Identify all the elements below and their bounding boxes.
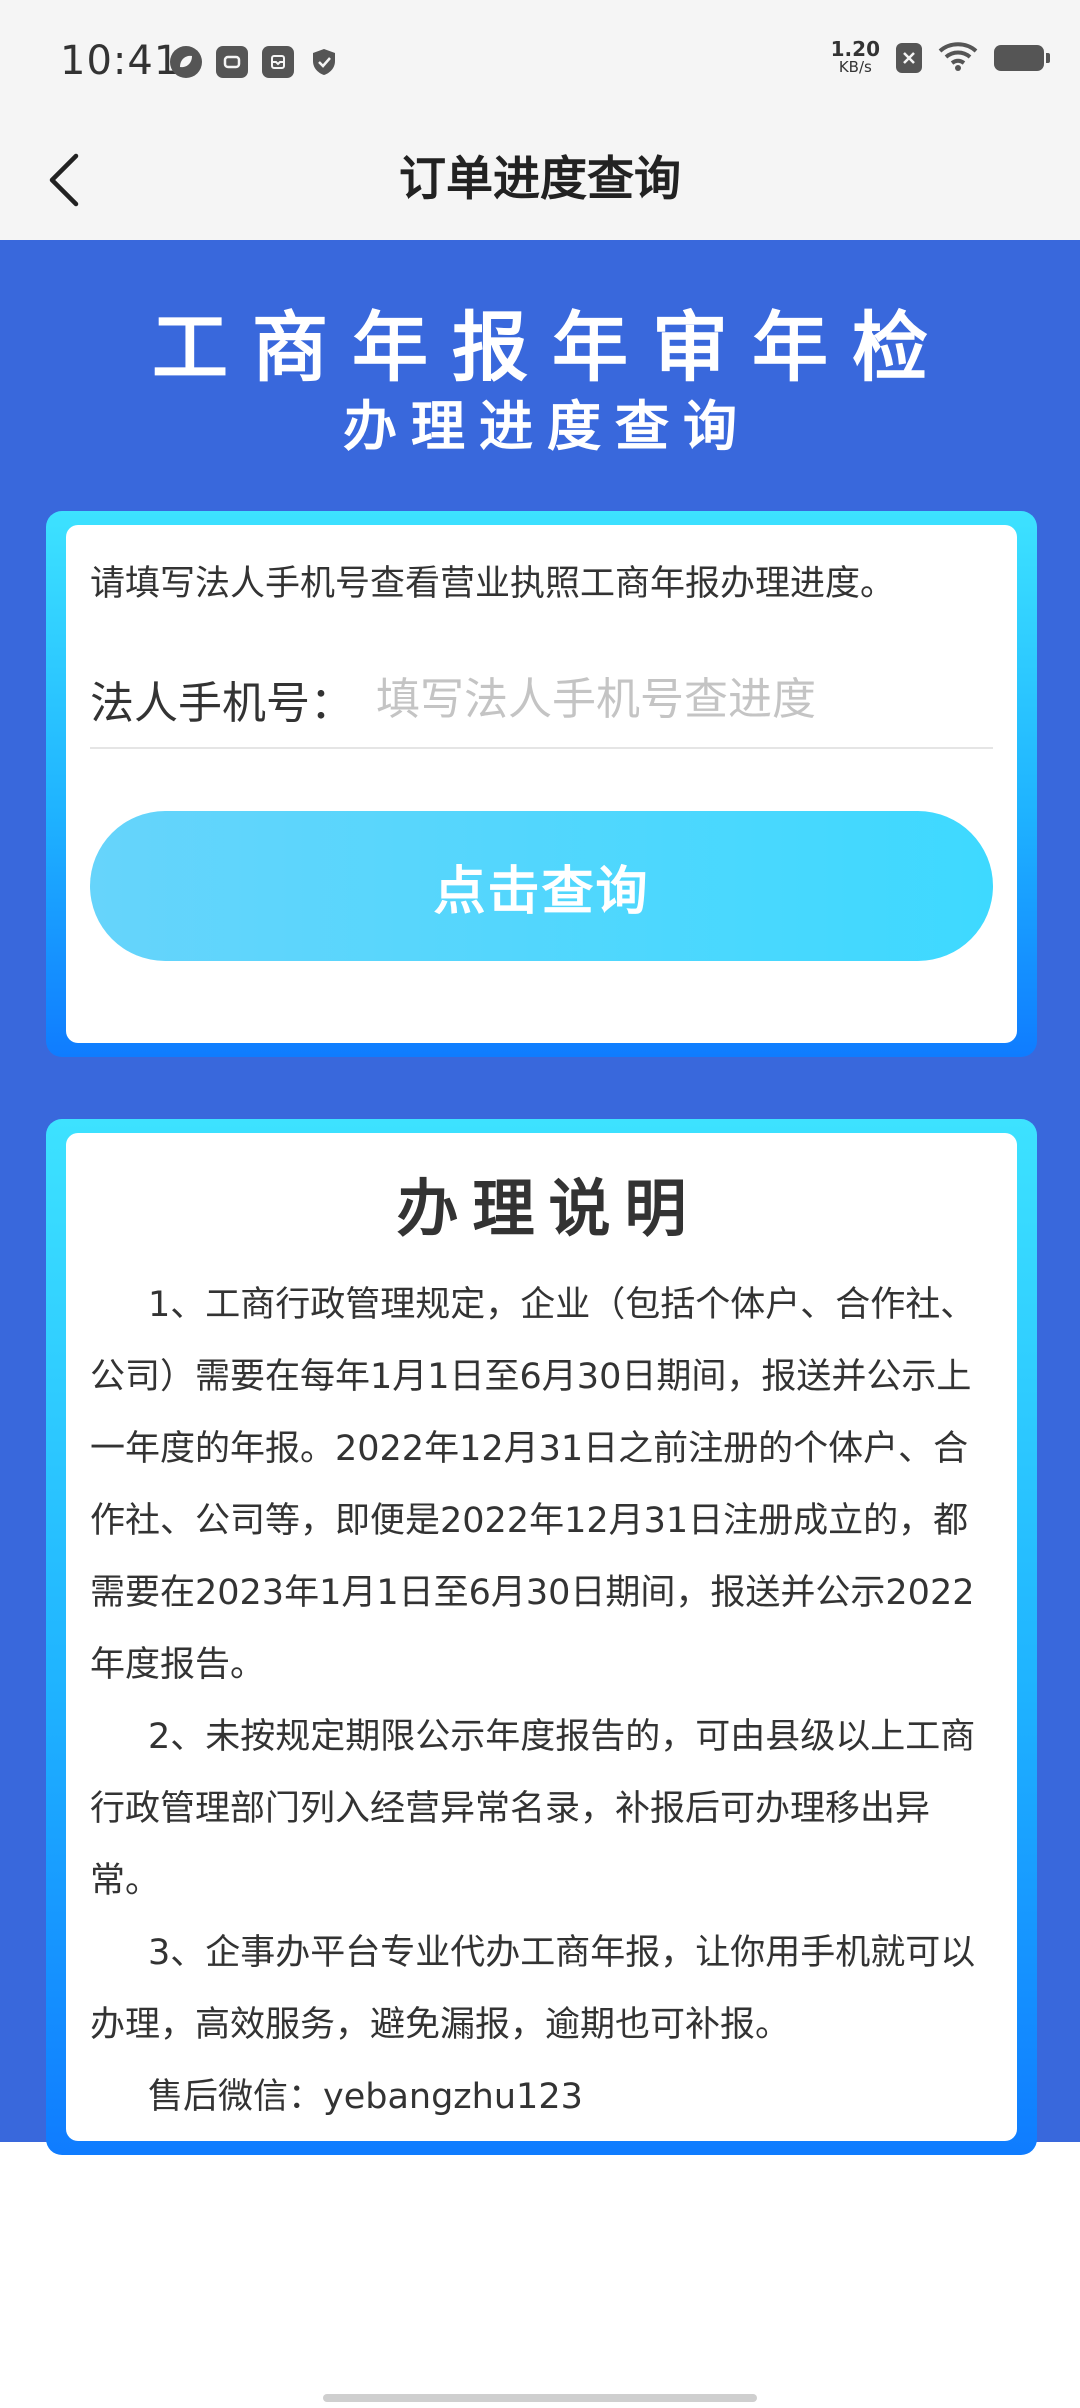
nav-bar: 订单进度查询 bbox=[0, 126, 1080, 240]
shield-icon bbox=[308, 46, 340, 78]
query-card: 请填写法人手机号查看营业执照工商年报办理进度。 法人手机号： 点击查询 bbox=[46, 511, 1037, 1057]
wifi-icon bbox=[938, 41, 978, 75]
page-title: 订单进度查询 bbox=[399, 152, 681, 207]
phone-field-row: 法人手机号： bbox=[90, 651, 993, 749]
page: 10:41 1.20 KB/s 订单进度查询 工商年报年审年检 办理进度查询 请… bbox=[0, 0, 1080, 2408]
close-box-icon bbox=[896, 43, 922, 73]
info-paragraph: 1、工商行政管理规定，企业（包括个体户、合作社、公司）需要在每年1月1日至6月3… bbox=[90, 1285, 976, 1685]
after-sales-wechat: 售后微信：yebangzhu123 bbox=[148, 2077, 583, 2117]
info-card: 办理说明 1、工商行政管理规定，企业（包括个体户、合作社、公司）需要在每年1月1… bbox=[46, 1119, 1037, 2155]
home-indicator[interactable] bbox=[323, 2394, 757, 2402]
leaf-icon bbox=[170, 46, 202, 78]
phone-input[interactable] bbox=[374, 672, 993, 726]
net-speed-unit: KB/s bbox=[838, 58, 872, 76]
query-hint: 请填写法人手机号查看营业执照工商年报办理进度。 bbox=[90, 564, 896, 604]
info-paragraph: 2、未按规定期限公示年度报告的，可由县级以上工商行政管理部门列入经营异常名录，补… bbox=[90, 1717, 976, 1901]
phone-label: 法人手机号： bbox=[90, 678, 354, 729]
info-title: 办理说明 bbox=[396, 1172, 701, 1245]
status-notification-icons bbox=[170, 46, 340, 78]
status-system-icons: 1.20 KB/s bbox=[830, 37, 1050, 76]
net-speed-value: 1.20 bbox=[830, 37, 880, 61]
query-card-body: 请填写法人手机号查看营业执照工商年报办理进度。 法人手机号： 点击查询 bbox=[66, 525, 1017, 1043]
query-button[interactable]: 点击查询 bbox=[90, 811, 993, 961]
info-card-body: 办理说明 1、工商行政管理规定，企业（包括个体户、合作社、公司）需要在每年1月1… bbox=[66, 1133, 1017, 2141]
card-icon bbox=[216, 46, 248, 78]
info-body: 1、工商行政管理规定，企业（包括个体户、合作社、公司）需要在每年1月1日至6月3… bbox=[90, 1269, 993, 2133]
main-content: 工商年报年审年检 办理进度查询 请填写法人手机号查看营业执照工商年报办理进度。 … bbox=[0, 240, 1080, 2155]
status-time: 10:41 bbox=[60, 38, 181, 84]
hero-subtitle: 办理进度查询 bbox=[343, 395, 751, 458]
hero-title: 工商年报年审年检 bbox=[152, 303, 952, 392]
inbox-icon bbox=[262, 46, 294, 78]
info-paragraph: 3、企事办平台专业代办工商年报，让你用手机就可以办理，高效服务，避免漏报，逾期也… bbox=[90, 1933, 976, 2045]
net-speed: 1.20 KB/s bbox=[830, 37, 880, 76]
status-bar: 10:41 1.20 KB/s bbox=[0, 0, 1080, 126]
battery-icon bbox=[994, 45, 1050, 71]
